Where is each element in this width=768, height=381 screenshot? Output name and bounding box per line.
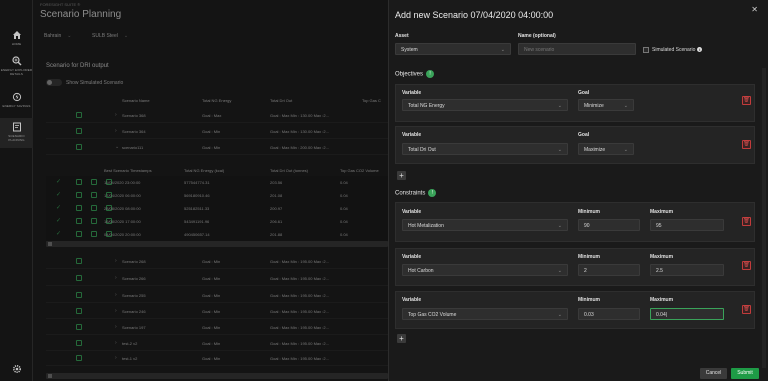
constraint-variable-select[interactable]: Top Gas CO2 Volume ⌄ [402, 308, 568, 320]
nav-scenario-planning[interactable]: SCENARIO PLANNING [0, 118, 33, 148]
add-scenario-panel: Add new Scenario 07/04/2020 04:00:00 ✕ A… [388, 0, 768, 381]
constraint-min-label: Minimum [578, 297, 600, 303]
constraint-card: Variable Top Gas CO2 Volume ⌄ Minimum 0.… [395, 291, 755, 329]
objective-card: Variable Total NG Energy ⌄ Goal Minimize… [395, 84, 755, 122]
delete-icon[interactable]: 🗑 [742, 261, 751, 270]
constraints-title: Constraints [395, 190, 426, 197]
asset-label: Asset [395, 33, 409, 39]
constraint-variable-value: Top Gas CO2 Volume [408, 312, 457, 318]
nav-energy-savings[interactable]: ENERGY SAVINGS [0, 92, 33, 108]
constraint-card: Variable Hot Carbon ⌄ Minimum 2 Maximum … [395, 248, 755, 286]
objective-variable-label: Variable [402, 132, 422, 138]
chevron-down-icon: ⌄ [623, 103, 628, 109]
constraint-min-label: Minimum [578, 209, 600, 215]
modal-backdrop[interactable] [33, 0, 388, 381]
objective-goal-value: Minimize [584, 103, 604, 109]
chevron-down-icon: ⌄ [557, 223, 562, 229]
asset-select[interactable]: System ⌄ [395, 43, 511, 55]
constraints-info-icon[interactable]: ! [428, 189, 437, 197]
delete-icon[interactable]: 🗑 [742, 305, 751, 314]
constraint-min-input[interactable]: 90 [578, 219, 640, 231]
add-constraint-button[interactable]: + [397, 334, 406, 343]
objective-variable-label: Variable [402, 90, 422, 96]
search-icon [11, 56, 22, 66]
objective-goal-label: Goal [578, 90, 590, 96]
objectives-info-icon[interactable]: ! [426, 70, 435, 78]
objective-goal-select[interactable]: Maximize ⌄ [578, 143, 634, 155]
home-icon [12, 30, 22, 40]
info-icon[interactable]: i [697, 47, 703, 52]
chevron-down-icon: ⌄ [557, 268, 562, 274]
chevron-down-icon: ⌄ [557, 103, 562, 109]
constraint-variable-label: Variable [402, 297, 422, 303]
nav-energy-explorer-label: ENERGY EXPLORER DETAILS [0, 68, 33, 76]
constraint-variable-select[interactable]: Hot Carbon ⌄ [402, 264, 568, 276]
left-nav: HOME ENERGY EXPLORER DETAILS ENERGY SAVI… [0, 0, 33, 381]
panel-scrollbar[interactable] [762, 68, 766, 368]
asset-select-value: System [401, 47, 418, 53]
objective-goal-value: Maximize [584, 147, 606, 153]
constraint-variable-label: Variable [402, 254, 422, 260]
objective-goal-label: Goal [578, 132, 590, 138]
chevron-down-icon: ⌄ [557, 147, 562, 153]
chevron-down-icon: ⌄ [623, 147, 628, 153]
constraint-max-label: Maximum [650, 297, 674, 303]
add-objective-button[interactable]: + [397, 171, 406, 180]
objective-goal-select[interactable]: Minimize ⌄ [578, 99, 634, 111]
objective-variable-select[interactable]: Total Dri Out ⌄ [402, 143, 568, 155]
constraint-max-label: Maximum [650, 254, 674, 260]
constraint-max-input[interactable]: 2.5 [650, 264, 724, 276]
scenario-name-input[interactable]: New scenario [518, 43, 636, 55]
submit-button[interactable]: Submit [731, 368, 759, 379]
simulated-checkbox[interactable] [643, 47, 649, 53]
constraint-min-label: Minimum [578, 254, 600, 260]
constraint-min-input[interactable]: 0.03 [578, 308, 640, 320]
nav-scenario-planning-label: SCENARIO PLANNING [8, 134, 25, 142]
constraint-variable-label: Variable [402, 209, 422, 215]
scenario-planning-icon [12, 122, 22, 132]
nav-energy-savings-label: ENERGY SAVINGS [2, 104, 31, 108]
close-icon[interactable]: ✕ [751, 5, 758, 14]
name-label: Name (optional) [518, 33, 556, 39]
objective-variable-value: Total Dri Out [408, 147, 436, 153]
nav-energy-explorer[interactable]: ENERGY EXPLORER DETAILS [0, 56, 33, 76]
constraint-max-input[interactable]: 0.04| [650, 308, 724, 320]
objective-card: Variable Total Dri Out ⌄ Goal Maximize ⌄… [395, 126, 755, 164]
constraints-heading: Constraints! [395, 189, 437, 197]
constraint-card: Variable Hot Metalization ⌄ Minimum 90 M… [395, 202, 755, 242]
objectives-title: Objectives [395, 71, 424, 78]
simulated-label-text: Simulated Scenario [652, 47, 696, 53]
gear-icon [12, 364, 22, 374]
constraint-variable-value: Hot Metalization [408, 223, 444, 229]
nav-home[interactable]: HOME [0, 30, 33, 46]
energy-savings-icon [12, 92, 22, 102]
cancel-button[interactable]: Cancel [700, 368, 727, 379]
objectives-heading: Objectives! [395, 70, 435, 78]
constraint-min-input[interactable]: 2 [578, 264, 640, 276]
panel-title: Add new Scenario 07/04/2020 04:00:00 [395, 10, 554, 20]
delete-icon[interactable]: 🗑 [742, 217, 751, 226]
simulated-label: Simulated Scenario i [652, 47, 703, 53]
constraint-max-input[interactable]: 95 [650, 219, 724, 231]
nav-home-label: HOME [11, 42, 22, 46]
constraint-max-label: Maximum [650, 209, 674, 215]
delete-icon[interactable]: 🗑 [742, 96, 751, 105]
constraint-variable-select[interactable]: Hot Metalization ⌄ [402, 219, 568, 231]
chevron-down-icon: ⌄ [500, 47, 505, 53]
objective-variable-select[interactable]: Total NG Energy ⌄ [402, 99, 568, 111]
objective-variable-value: Total NG Energy [408, 103, 445, 109]
scenario-name-placeholder: New scenario [524, 47, 555, 53]
constraint-variable-value: Hot Carbon [408, 268, 434, 274]
chevron-down-icon: ⌄ [557, 312, 562, 318]
delete-icon[interactable]: 🗑 [742, 140, 751, 149]
nav-settings[interactable] [0, 364, 33, 374]
